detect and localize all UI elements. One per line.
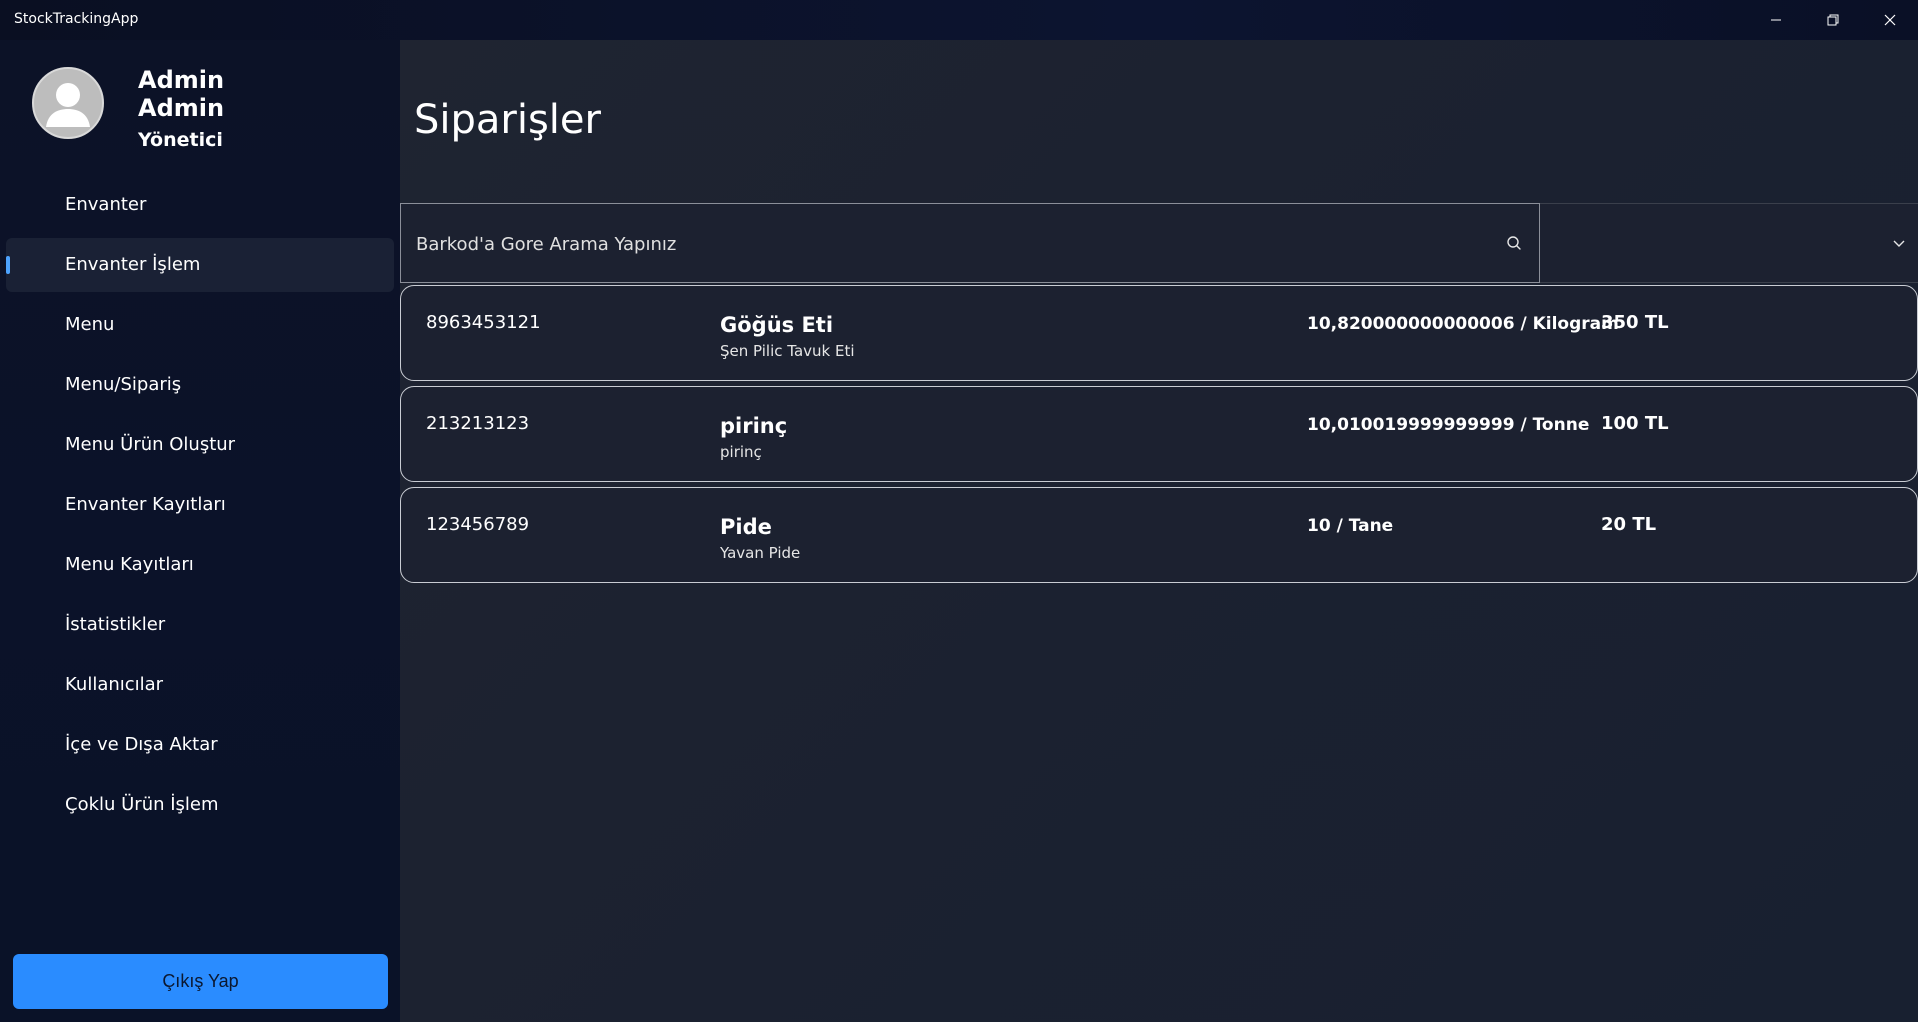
order-row[interactable]: 123456789 Pide Yavan Pide 10 / Tane 20 T… — [400, 487, 1918, 583]
order-description: Şen Pilic Tavuk Eti — [720, 342, 855, 360]
sidebar-item-label: Çoklu Ürün İşlem — [65, 794, 219, 815]
logout-button[interactable]: Çıkış Yap — [13, 954, 388, 1009]
order-price: 100 TL — [1601, 413, 1669, 434]
user-role: Yönetici — [138, 129, 223, 151]
title-bar: StockTrackingApp — [0, 0, 1918, 40]
order-row[interactable]: 8963453121 Göğüs Eti Şen Pilic Tavuk Eti… — [400, 285, 1918, 381]
orders-list: 8963453121 Göğüs Eti Şen Pilic Tavuk Eti… — [400, 285, 1918, 588]
order-price: 20 TL — [1601, 514, 1657, 535]
search-box — [400, 203, 1540, 284]
order-quantity: 10,820000000000006 / Kilogram — [1307, 314, 1619, 334]
main-content: Siparişler 8963453121 Göğüs Eti Şen Pili… — [400, 40, 1918, 1022]
order-barcode: 213213123 — [426, 413, 530, 434]
sidebar-item-istatistikler[interactable]: İstatistikler — [6, 598, 394, 652]
order-quantity: 10 / Tane — [1307, 516, 1394, 536]
sidebar-item-menu-urun-olustur[interactable]: Menu Ürün Oluştur — [6, 418, 394, 472]
sidebar-item-label: Menu/Sipariş — [65, 374, 182, 395]
sidebar-item-label: Envanter Kayıtları — [65, 494, 226, 515]
order-name: pirinç — [720, 414, 788, 438]
close-button[interactable] — [1862, 0, 1918, 40]
order-name: Pide — [720, 515, 772, 539]
close-icon — [1884, 14, 1896, 26]
order-row[interactable]: 213213123 pirinç pirinç 10,0100199999999… — [400, 386, 1918, 482]
sidebar-item-ice-disa-aktar[interactable]: İçe ve Dışa Aktar — [6, 718, 394, 772]
avatar — [32, 67, 104, 139]
sidebar-item-label: Menu Ürün Oluştur — [65, 434, 236, 455]
sidebar-item-label: Menu Kayıtları — [65, 554, 194, 575]
sidebar: Admin Admin Yönetici Envanter Envanter İ… — [0, 40, 400, 1022]
minimize-icon — [1771, 19, 1781, 21]
search-input[interactable] — [414, 204, 1468, 284]
sidebar-item-label: Envanter — [65, 194, 147, 215]
order-description: pirinç — [720, 443, 762, 461]
person-icon — [46, 83, 90, 127]
order-price: 350 TL — [1601, 312, 1669, 333]
sidebar-item-envanter[interactable]: Envanter — [6, 178, 394, 232]
sidebar-item-menu[interactable]: Menu — [6, 298, 394, 352]
restore-button[interactable] — [1805, 0, 1861, 40]
restore-icon — [1827, 14, 1839, 26]
sidebar-item-label: İçe ve Dışa Aktar — [65, 734, 218, 755]
order-barcode: 8963453121 — [426, 312, 541, 333]
minimize-button[interactable] — [1748, 0, 1804, 40]
user-first-name: Admin — [138, 66, 225, 94]
app-title: StockTrackingApp — [14, 11, 139, 27]
search-icon[interactable] — [1505, 234, 1523, 252]
order-barcode: 123456789 — [426, 514, 530, 535]
sidebar-item-label: İstatistikler — [65, 614, 166, 635]
order-description: Yavan Pide — [720, 544, 801, 562]
sidebar-item-envanter-kayitlari[interactable]: Envanter Kayıtları — [6, 478, 394, 532]
sidebar-item-envanter-islem[interactable]: Envanter İşlem — [6, 238, 394, 292]
page-title: Siparişler — [414, 97, 601, 143]
sidebar-item-menu-kayitlari[interactable]: Menu Kayıtları — [6, 538, 394, 592]
sidebar-item-label: Envanter İşlem — [65, 254, 201, 275]
sidebar-item-kullanicilar[interactable]: Kullanıcılar — [6, 658, 394, 712]
order-name: Göğüs Eti — [720, 313, 834, 337]
order-quantity: 10,010019999999999 / Tonne — [1307, 415, 1590, 435]
sidebar-nav: Envanter Envanter İşlem Menu Menu/Sipari… — [0, 178, 400, 838]
sidebar-item-menu-siparis[interactable]: Menu/Sipariş — [6, 358, 394, 412]
sidebar-item-coklu-urun-islem[interactable]: Çoklu Ürün İşlem — [6, 778, 394, 832]
filter-dropdown[interactable] — [1540, 203, 1918, 283]
sidebar-item-label: Menu — [65, 314, 115, 335]
sidebar-item-label: Kullanıcılar — [65, 674, 164, 695]
chevron-down-icon — [1893, 240, 1905, 247]
user-last-name: Admin — [138, 94, 225, 122]
